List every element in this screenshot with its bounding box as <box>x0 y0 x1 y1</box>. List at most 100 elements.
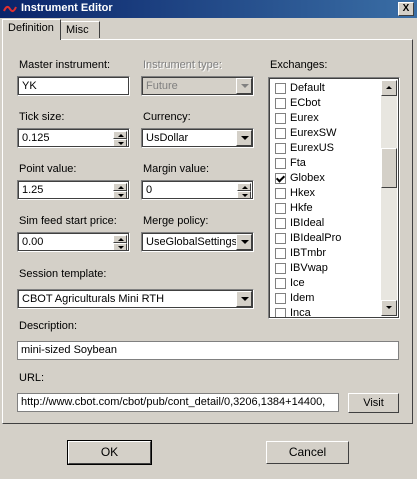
sim-feed-start-price-value: 0.00 <box>22 236 44 248</box>
exchange-name: IBIdeal <box>290 217 325 229</box>
url-value: http://www.cbot.com/cbot/pub/cont_detail… <box>21 396 326 408</box>
master-instrument-value: YK <box>22 80 37 92</box>
margin-value-stepper[interactable]: 0 <box>141 180 254 200</box>
instrument-type-value: Future <box>146 80 178 92</box>
chevron-down-icon[interactable] <box>236 291 252 307</box>
checkbox[interactable] <box>275 188 286 199</box>
sim-feed-start-price-spinner[interactable] <box>113 235 127 250</box>
tab-misc[interactable]: Misc <box>60 21 100 38</box>
checkbox[interactable] <box>275 98 286 109</box>
spin-down-icon[interactable] <box>113 139 127 146</box>
margin-value-spinner[interactable] <box>237 183 251 198</box>
checkbox[interactable] <box>275 218 286 229</box>
checkbox[interactable] <box>275 128 286 139</box>
currency-label: Currency: <box>143 111 191 123</box>
spin-up-icon[interactable] <box>113 235 127 243</box>
exchange-name: IBIdealPro <box>290 232 342 244</box>
visit-button[interactable]: Visit <box>348 393 399 413</box>
exchanges-list[interactable]: Default ECbot Eurex EurexSW EurexUS Fta Globex… <box>268 77 400 319</box>
spin-up-icon[interactable] <box>113 183 127 191</box>
checkbox[interactable] <box>275 308 286 317</box>
master-instrument-field[interactable]: YK <box>17 76 130 96</box>
visit-button-label: Visit <box>363 397 384 409</box>
exchange-name: Eurex <box>290 112 319 124</box>
point-value-spinner[interactable] <box>113 183 127 198</box>
exchange-name: Inca <box>290 307 311 319</box>
spin-up-icon[interactable] <box>113 131 127 139</box>
point-value-value: 1.25 <box>22 184 44 196</box>
exchange-name: EurexSW <box>290 127 337 139</box>
margin-value-label: Margin value: <box>143 163 210 175</box>
point-value-stepper[interactable]: 1.25 <box>17 180 130 200</box>
merge-policy-value: UseGlobalSettings <box>146 236 238 248</box>
chevron-down-icon[interactable] <box>236 130 252 146</box>
checkbox[interactable] <box>275 233 286 244</box>
checkbox[interactable] <box>275 113 286 124</box>
merge-policy-dropdown[interactable]: UseGlobalSettings <box>141 232 254 252</box>
url-field[interactable]: http://www.cbot.com/cbot/pub/cont_detail… <box>17 393 339 412</box>
cancel-button[interactable]: Cancel <box>266 441 349 464</box>
scroll-up-icon[interactable] <box>381 80 397 96</box>
exchange-name: Ice <box>290 277 305 289</box>
session-template-value: CBOT Agriculturals Mini RTH <box>22 293 165 305</box>
master-instrument-label: Master instrument: <box>19 59 111 71</box>
exchange-name: Hkex <box>290 187 316 199</box>
sim-feed-start-price-label: Sim feed start price: <box>19 215 117 227</box>
ok-button[interactable]: OK <box>67 440 152 465</box>
currency-value: UsDollar <box>146 132 189 144</box>
tick-size-spinner[interactable] <box>113 131 127 146</box>
cancel-button-label: Cancel <box>288 445 327 459</box>
checkbox[interactable] <box>275 158 286 169</box>
close-icon: X <box>402 3 410 14</box>
chevron-down-icon[interactable] <box>236 78 252 94</box>
checkbox[interactable] <box>275 143 286 154</box>
scroll-down-icon[interactable] <box>381 300 397 316</box>
exchange-name: Globex <box>290 172 325 184</box>
spin-up-icon[interactable] <box>237 183 251 191</box>
checkbox[interactable] <box>275 263 286 274</box>
exchanges-scrollbar[interactable] <box>381 80 397 316</box>
description-field[interactable]: mini-sized Soybean <box>17 341 399 360</box>
margin-value-value: 0 <box>146 184 153 196</box>
description-value: mini-sized Soybean <box>21 344 117 356</box>
instrument-type-label: Instrument type: <box>143 59 222 71</box>
checkbox[interactable] <box>275 173 286 184</box>
exchange-name: EurexUS <box>290 142 335 154</box>
exchange-name: ECbot <box>290 97 321 109</box>
checkbox[interactable] <box>275 203 286 214</box>
sim-feed-start-price-stepper[interactable]: 0.00 <box>17 232 130 252</box>
tick-size-stepper[interactable]: 0.125 <box>17 128 130 148</box>
ok-button-label: OK <box>100 445 119 459</box>
spin-down-icon[interactable] <box>113 243 127 250</box>
checkbox[interactable] <box>275 293 286 304</box>
session-template-dropdown[interactable]: CBOT Agriculturals Mini RTH <box>17 289 254 309</box>
exchange-name: Hkfe <box>290 202 313 214</box>
exchange-name: IBVwap <box>290 262 328 274</box>
close-button[interactable]: X <box>398 2 414 16</box>
tab-misc-label: Misc <box>66 24 89 36</box>
tick-size-value: 0.125 <box>22 132 50 144</box>
currency-dropdown[interactable]: UsDollar <box>141 128 254 148</box>
tick-size-label: Tick size: <box>19 111 65 123</box>
scrollbar-thumb[interactable] <box>381 148 397 188</box>
title-bar: Instrument Editor X <box>0 0 417 18</box>
exchange-name: Default <box>290 82 325 94</box>
checkbox[interactable] <box>275 248 286 259</box>
exchange-name: Idem <box>290 292 315 304</box>
checkmark-icon <box>275 173 286 183</box>
chevron-down-icon[interactable] <box>236 234 252 250</box>
spin-down-icon[interactable] <box>113 191 127 198</box>
window-title: Instrument Editor <box>21 2 113 14</box>
description-label: Description: <box>19 320 78 332</box>
url-label: URL: <box>19 372 45 384</box>
instrument-type-dropdown[interactable]: Future <box>141 76 254 96</box>
tab-definition-label: Definition <box>8 22 54 34</box>
exchanges-label: Exchanges: <box>270 59 328 71</box>
tab-definition[interactable]: Definition <box>2 19 61 40</box>
spin-down-icon[interactable] <box>237 191 251 198</box>
app-icon <box>3 5 17 13</box>
exchange-name: Fta <box>290 157 306 169</box>
checkbox[interactable] <box>275 278 286 289</box>
session-template-label: Session template: <box>19 268 107 280</box>
checkbox[interactable] <box>275 83 286 94</box>
